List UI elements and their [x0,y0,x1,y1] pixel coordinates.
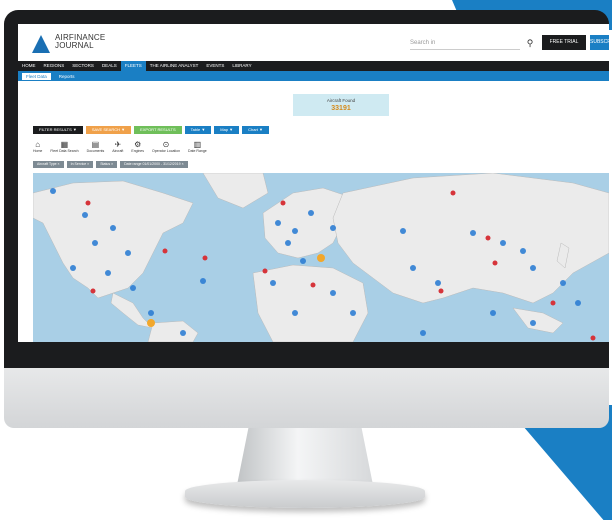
toolbar: ⌂ Home ▦ Fleet Data Search ▤ Documents ✈ Aircra… [33,140,207,154]
engine-icon: ⚙ [134,140,142,149]
filter-chip[interactable]: In Service × [66,161,94,168]
nav-item-regions[interactable]: REGIONS [40,61,69,71]
free-trial-button[interactable]: FREE TRIAL [542,35,586,50]
aircraft-icon: ✈ [114,140,122,149]
filter-chips: Aircraft Type × In Service × Status × Date … [33,161,188,168]
tool-fleet[interactable]: ▦ Fleet Data Search [50,140,78,154]
nav-item-events[interactable]: EVENTS [202,61,228,71]
filter-chip[interactable]: Date range 01/01/2000 - 31/12/2019 × [120,161,188,168]
tool-label: Operator Location [152,149,181,153]
tool-label: Documents [86,149,105,153]
action-button[interactable]: Chart ▼ [242,126,269,134]
land-central-america [110,292,154,329]
nav-item-sectors[interactable]: SECTORS [68,61,98,71]
monitor-stand-base [185,480,425,508]
monitor-chin [4,362,609,428]
location-icon: ⊙ [162,140,170,149]
tool-home[interactable]: ⌂ Home [33,140,42,154]
tool-calendar[interactable]: ▥ Date Range [188,140,207,154]
land-africa [252,264,369,342]
tool-location[interactable]: ⊙ Operator Location [152,140,180,154]
aircraft-count-box: Aircraft Found 33191 [293,94,389,116]
land-south-america [147,320,199,342]
subnav-item-fleet-data[interactable]: Fleet Data [22,72,51,80]
calendar-icon: ▥ [193,140,202,149]
tool-label: Date Range [188,149,207,153]
brand-line2: JOURNAL [55,41,94,50]
tool-label: Aircraft [112,149,124,153]
action-button[interactable]: Table ▼ [184,126,212,134]
tool-label: Engines [131,149,145,153]
tool-document[interactable]: ▤ Documents [87,140,105,154]
home-icon: ⌂ [35,140,41,149]
fleet-map[interactable] [33,173,609,342]
action-buttons: FILTER RESULTS ▼ SAVE SEARCH ▼ EXPORT RESU… [33,126,269,134]
search-icon[interactable]: ⚲ [523,36,537,50]
subnav-item-reports[interactable]: Reports [55,73,79,80]
sub-nav: Fleet Data Reports [18,71,609,81]
site-header: AIRFINANCE JOURNAL Search in ⚲ FREE TRIA… [18,24,609,61]
document-icon: ▤ [91,140,100,149]
filter-chip[interactable]: Status × [96,161,118,168]
tool-engine[interactable]: ⚙ Engines [131,140,144,154]
action-button[interactable]: FILTER RESULTS ▼ [33,126,83,134]
tool-label: Fleet Data Search [50,149,79,153]
aircraft-count-label: Aircraft Found [326,98,356,103]
land-asia [332,173,609,304]
land-north-america [33,180,194,299]
aircraft-count-value: 33191 [331,105,351,112]
subscribe-button[interactable]: SUBSCRIBE [590,35,609,50]
action-button[interactable]: Map ▼ [214,126,240,134]
logo-text[interactable]: AIRFINANCE JOURNAL [55,34,105,50]
search-input[interactable]: Search in [410,37,520,50]
nav-item-library[interactable]: LIBRARY [228,61,255,71]
fleet-icon: ▦ [60,140,69,149]
tool-aircraft[interactable]: ✈ Aircraft [112,140,123,154]
action-button[interactable]: EXPORT RESULTS [134,126,182,134]
main-nav: HOME REGIONS SECTORS DEALS FLEETS THE AIRLINE… [18,61,609,71]
monitor-screen: AIRFINANCE JOURNAL Search in ⚲ FREE TRIA… [18,24,609,342]
tool-label: Home [33,149,43,153]
nav-item-the-airline-analyst[interactable]: THE AIRLINE ANALYST [146,61,203,71]
action-button[interactable]: SAVE SEARCH ▼ [85,126,132,134]
logo-icon[interactable] [32,35,50,53]
filter-chip[interactable]: Aircraft Type × [33,161,64,168]
land-southeast-asia [512,307,564,334]
nav-item-fleets[interactable]: FLEETS [120,61,146,71]
nav-item-home[interactable]: HOME [18,61,40,71]
land-greenland [202,173,269,209]
map-canvas [33,173,609,342]
nav-item-deals[interactable]: DEALS [98,61,121,71]
